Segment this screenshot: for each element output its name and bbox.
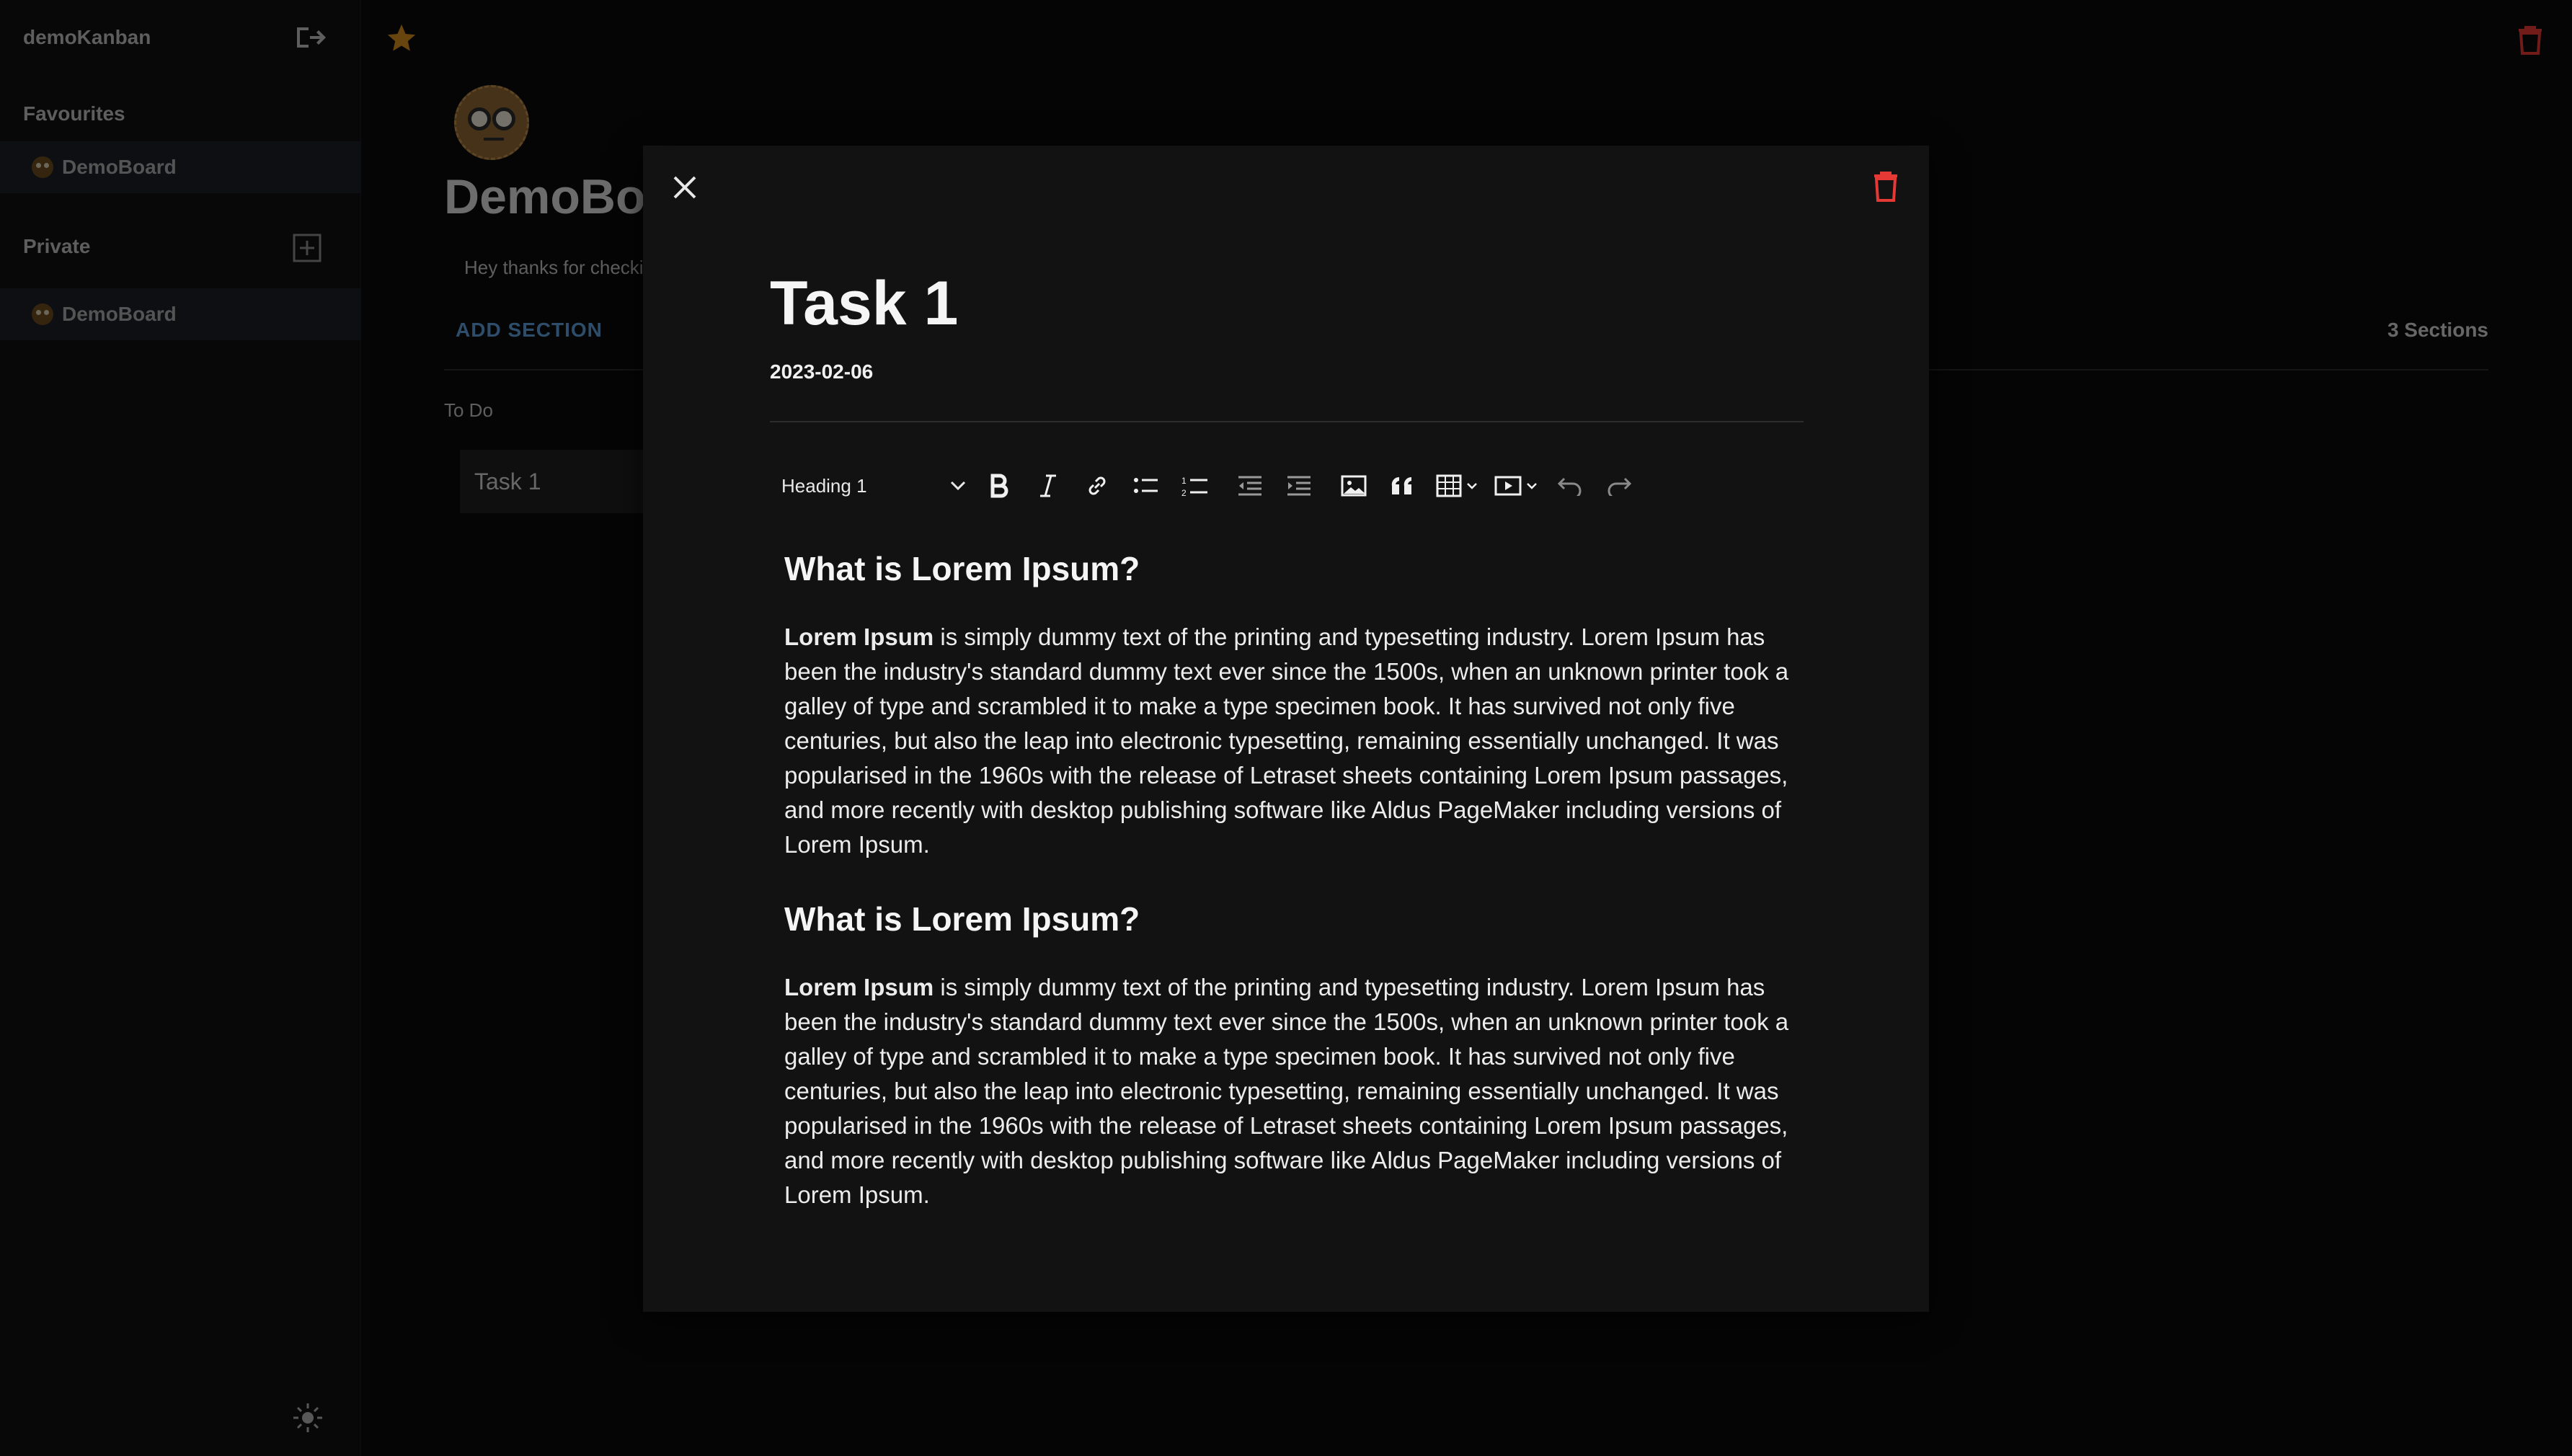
content-paragraph: Lorem Ipsum is simply dummy text of the … [784, 970, 1815, 1212]
content-heading: What is Lorem Ipsum? [784, 900, 1140, 938]
trash-icon[interactable] [1873, 170, 1899, 202]
media-icon [1494, 476, 1522, 496]
numbered-list-button[interactable]: 12 [1171, 463, 1220, 509]
table-icon [1436, 474, 1462, 497]
indent-icon [1287, 476, 1311, 496]
content-heading: What is Lorem Ipsum? [784, 550, 1140, 587]
undo-button[interactable] [1546, 463, 1595, 509]
task-modal: Task 1 2023-02-06 Heading 1 12 What is L… [643, 146, 1929, 1312]
bulleted-list-icon [1134, 478, 1158, 493]
chevron-down-icon [950, 481, 966, 491]
bulleted-list-button[interactable] [1122, 463, 1171, 509]
blockquote-icon [1391, 476, 1411, 494]
image-icon [1341, 475, 1367, 497]
redo-icon [1608, 477, 1632, 496]
insert-media-button[interactable] [1486, 463, 1546, 509]
svg-text:1: 1 [1181, 476, 1187, 486]
svg-text:2: 2 [1181, 488, 1187, 497]
indent-button[interactable] [1274, 463, 1323, 509]
close-icon[interactable] [669, 172, 701, 203]
content-bold-lead: Lorem Ipsum [784, 974, 934, 1000]
heading-select[interactable]: Heading 1 [770, 463, 975, 509]
redo-button[interactable] [1595, 463, 1644, 509]
content-text: is simply dummy text of the printing and… [784, 623, 1789, 858]
heading-select-value: Heading 1 [781, 474, 867, 497]
chevron-down-icon [1467, 483, 1477, 489]
undo-icon [1557, 477, 1582, 496]
chevron-down-icon [1527, 483, 1537, 489]
content-text: is simply dummy text of the printing and… [784, 974, 1789, 1208]
divider [770, 421, 1804, 422]
content-paragraph: Lorem Ipsum is simply dummy text of the … [784, 620, 1815, 862]
link-icon [1088, 476, 1106, 495]
blockquote-button[interactable] [1378, 463, 1427, 509]
bold-button[interactable] [975, 463, 1024, 509]
bold-icon [990, 474, 1008, 498]
italic-button[interactable] [1024, 463, 1073, 509]
outdent-icon [1238, 476, 1261, 496]
italic-icon [1040, 474, 1056, 497]
content-bold-lead: Lorem Ipsum [784, 623, 934, 650]
task-date: 2023-02-06 [770, 360, 874, 383]
task-content-editor[interactable]: What is Lorem Ipsum? Lorem Ipsum is simp… [784, 549, 1815, 1250]
link-button[interactable] [1073, 463, 1122, 509]
insert-image-button[interactable] [1329, 463, 1378, 509]
insert-table-button[interactable] [1427, 463, 1486, 509]
outdent-button[interactable] [1225, 463, 1274, 509]
editor-toolbar: Heading 1 12 [770, 463, 1644, 509]
app-root: demoKanban Favourites DemoBoard Private … [0, 0, 2572, 1456]
task-title-input[interactable]: Task 1 [770, 268, 958, 339]
numbered-list-icon: 12 [1181, 476, 1207, 497]
